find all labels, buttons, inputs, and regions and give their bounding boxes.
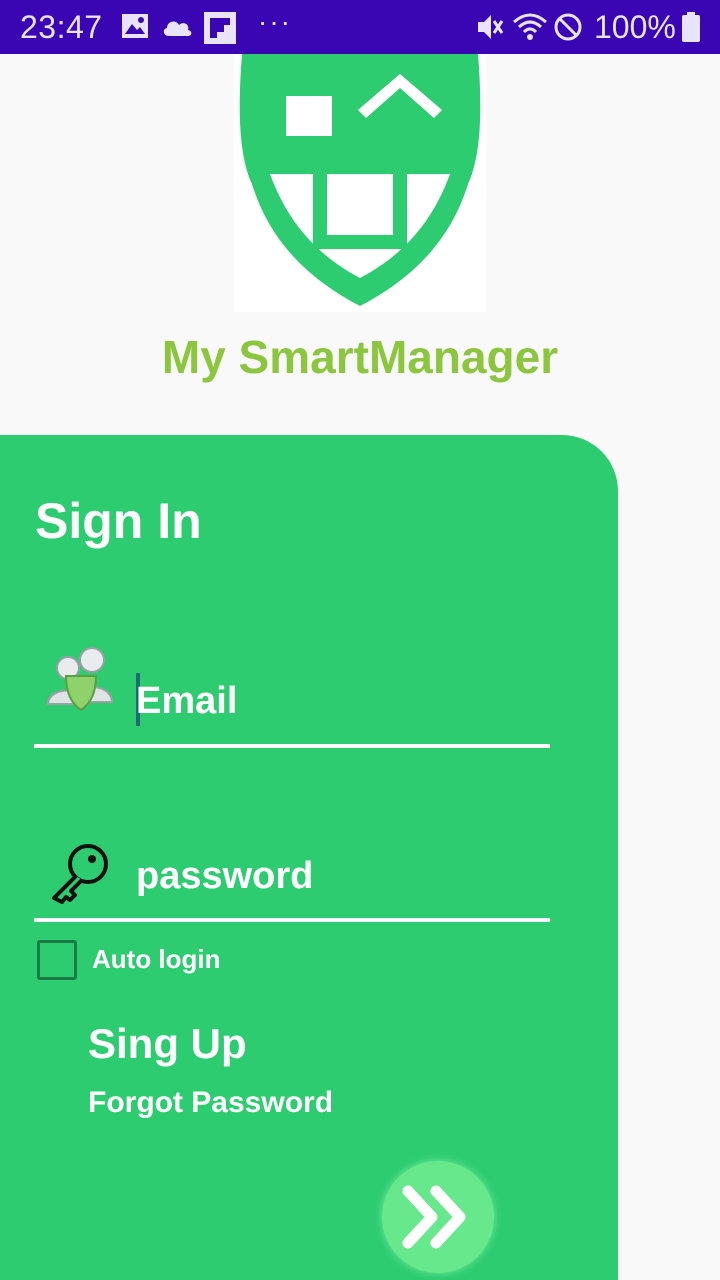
password-underline [34, 918, 550, 922]
double-chevron-right-icon [402, 1185, 466, 1249]
app-title: My SmartManager [161, 331, 559, 383]
more-dots-icon: ··· [258, 6, 292, 37]
battery-icon [682, 12, 700, 42]
password-input[interactable]: password [136, 855, 313, 898]
email-input[interactable]: Email [136, 680, 237, 723]
status-bar: 23:47 ··· 100% [0, 0, 720, 54]
app-logo [234, 54, 486, 312]
image-icon [122, 14, 148, 38]
do-not-disturb-icon [554, 13, 582, 41]
flipboard-icon [204, 12, 236, 44]
mute-icon [478, 15, 504, 39]
sign-in-heading: Sign In [35, 493, 202, 549]
shield-house-logo [239, 54, 481, 306]
cloud-icon [163, 21, 192, 36]
forgot-password-link[interactable]: Forgot Password [88, 1086, 333, 1120]
key-icon [52, 844, 108, 904]
auto-login-label[interactable]: Auto login [92, 944, 221, 975]
sign-in-submit-button[interactable] [382, 1161, 494, 1273]
email-underline [34, 744, 550, 748]
sign-up-link[interactable]: Sing Up [88, 1020, 247, 1068]
users-shield-icon [46, 647, 114, 712]
wifi-icon [513, 13, 547, 40]
auto-login-checkbox[interactable] [37, 940, 77, 980]
status-time: 23:47 [20, 9, 103, 45]
battery-level: 100% [594, 9, 676, 45]
